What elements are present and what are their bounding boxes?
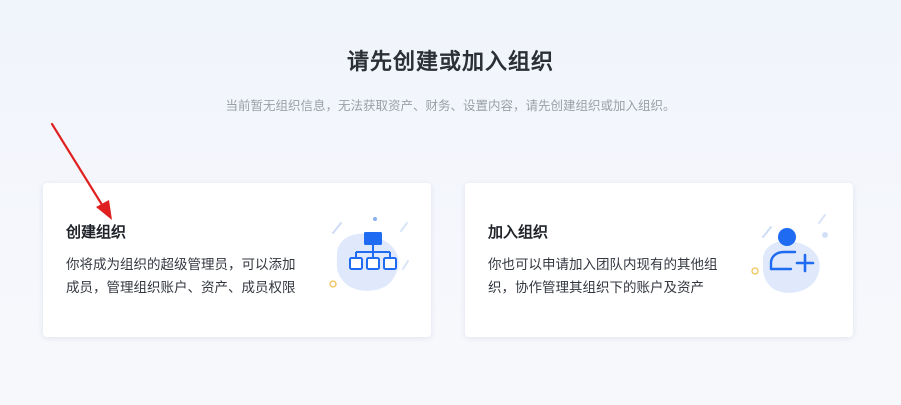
create-organization-desc-line-2: 成员，管理组织账户、资产、成员权限: [66, 280, 296, 295]
add-user-icon: [749, 211, 831, 303]
join-organization-card[interactable]: 加入组织 你也可以申请加入团队内现有的其他组 织，协作管理其组织下的账户及资产: [465, 183, 853, 337]
join-organization-desc-line-1: 你也可以申请加入团队内现有的其他组: [488, 257, 718, 272]
create-organization-desc-line-1: 你将成为组织的超级管理员，可以添加: [66, 257, 296, 272]
join-organization-title: 加入组织: [488, 224, 549, 241]
page-subtitle: 当前暂无组织信息，无法获取资产、财务、设置内容，请先创建组织或加入组织。: [225, 99, 676, 113]
org-chart-icon: [327, 211, 409, 303]
create-organization-description: 你将成为组织的超级管理员，可以添加 成员，管理组织账户、资产、成员权限: [66, 253, 312, 299]
red-arrow-annotation: [50, 122, 112, 220]
join-organization-desc-line-2: 织，协作管理其组织下的账户及资产: [488, 280, 704, 295]
join-organization-description: 你也可以申请加入团队内现有的其他组 织，协作管理其组织下的账户及资产: [488, 253, 734, 299]
page-title: 请先创建或加入组织: [346, 49, 554, 74]
